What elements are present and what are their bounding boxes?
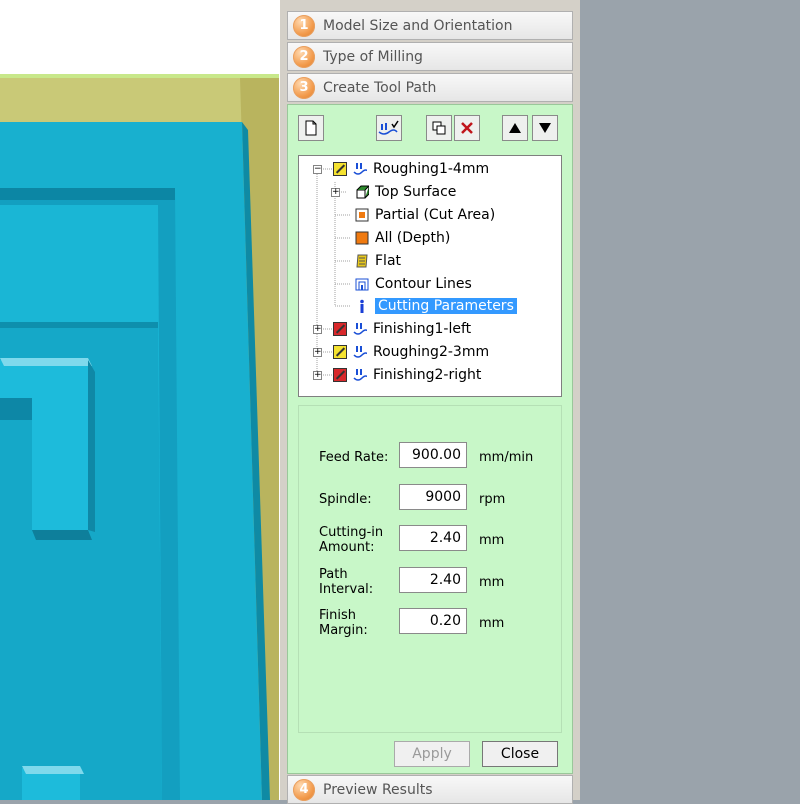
label-line: Finish: [319, 608, 357, 623]
path-interval-input[interactable]: 2.40: [399, 567, 467, 593]
tree-item-label: Finishing2-right: [373, 367, 482, 383]
tree-item-roughing2[interactable]: Roughing2-3mm: [333, 341, 489, 363]
feed-rate-input[interactable]: 900.00: [399, 442, 467, 468]
tree-item-label: Contour Lines: [375, 276, 472, 292]
step-model-size[interactable]: 1 Model Size and Orientation: [287, 11, 573, 40]
label-line: Margin:: [319, 623, 368, 638]
tree-item-finishing1[interactable]: Finishing1-left: [333, 318, 471, 340]
finishing-red-icon: [333, 368, 347, 382]
tree-item-flat[interactable]: Flat: [355, 250, 401, 272]
expand-toggle[interactable]: +: [331, 188, 340, 197]
tree-item-cutting-parameters[interactable]: Cutting Parameters: [355, 295, 517, 317]
step-label: Create Tool Path: [323, 79, 437, 96]
info-icon: [360, 299, 364, 313]
tool-path-tree[interactable]: − Roughing1-4mm + Top Surface Partial (C…: [298, 155, 562, 397]
step-number-badge: 2: [293, 45, 315, 68]
tree-item-label: Roughing1-4mm: [373, 161, 490, 177]
tree-item-label: Cutting Parameters: [375, 298, 517, 314]
tree-item-partial-cut-area[interactable]: Partial (Cut Area): [355, 204, 495, 226]
tree-item-label: Flat: [375, 253, 402, 269]
step-label: Model Size and Orientation: [323, 17, 513, 34]
label-line: Cutting-in: [319, 525, 384, 540]
tree-item-roughing1[interactable]: Roughing1-4mm: [333, 158, 489, 180]
contour-icon: [355, 278, 369, 291]
roughing-yellow-icon: [333, 162, 347, 176]
step-number-badge: 1: [293, 14, 315, 37]
copy-button[interactable]: [426, 115, 452, 141]
spindle-unit: rpm: [479, 492, 506, 507]
finish-margin-label: Finish Margin:: [319, 608, 368, 638]
feed-rate-unit: mm/min: [479, 450, 534, 465]
milling-model-render: [0, 0, 279, 800]
step-type-of-milling[interactable]: 2 Type of Milling: [287, 42, 573, 71]
tree-item-label: Partial (Cut Area): [375, 207, 496, 223]
create-tool-path-content: − Roughing1-4mm + Top Surface Partial (C…: [287, 104, 573, 774]
finish-margin-input[interactable]: 0.20: [399, 608, 467, 634]
delete-button[interactable]: [454, 115, 480, 141]
expand-toggle[interactable]: +: [313, 371, 322, 380]
cutting-in-amount-input[interactable]: 2.40: [399, 525, 467, 551]
3d-viewport[interactable]: [0, 0, 280, 800]
wizard-panel: 1 Model Size and Orientation 2 Type of M…: [285, 0, 580, 804]
finishing-red-icon: [333, 322, 347, 336]
collapse-toggle[interactable]: −: [313, 165, 322, 174]
step-number-badge: 3: [293, 76, 315, 99]
add-tool-path-button[interactable]: [376, 115, 402, 141]
roughing-yellow-icon: [333, 345, 347, 359]
finish-margin-unit: mm: [479, 616, 505, 631]
feed-rate-label: Feed Rate:: [319, 450, 389, 465]
move-up-button[interactable]: [502, 115, 528, 141]
tree-item-all-depth[interactable]: All (Depth): [355, 227, 450, 249]
move-down-button[interactable]: [532, 115, 558, 141]
flat-icon: [356, 254, 368, 268]
depth-icon: [355, 231, 369, 245]
move-down-icon: [539, 123, 551, 133]
step-create-tool-path[interactable]: 3 Create Tool Path: [287, 73, 573, 102]
delete-icon: [461, 122, 473, 134]
tool-path-icon: [353, 346, 367, 358]
new-button[interactable]: [298, 115, 324, 141]
expand-toggle[interactable]: +: [313, 325, 322, 334]
tree-item-label: Finishing1-left: [373, 321, 472, 337]
path-interval-label: Path Interval:: [319, 567, 373, 597]
step-number-badge: 4: [293, 778, 315, 801]
cutting-in-amount-label: Cutting-in Amount:: [319, 525, 383, 555]
tree-item-top-surface[interactable]: Top Surface: [355, 181, 456, 203]
tool-path-icon: [353, 369, 367, 381]
move-up-icon: [509, 123, 521, 133]
tree-item-contour-lines[interactable]: Contour Lines: [355, 273, 472, 295]
partial-area-icon: [355, 208, 369, 222]
step-label: Preview Results: [323, 781, 433, 798]
spindle-input[interactable]: 9000: [399, 484, 467, 510]
step-label: Type of Milling: [323, 48, 423, 65]
tree-item-label: All (Depth): [375, 230, 451, 246]
apply-button[interactable]: Apply: [394, 741, 470, 767]
cube-icon: [356, 185, 369, 199]
close-button[interactable]: Close: [482, 741, 558, 767]
new-icon: [305, 120, 317, 136]
label-line: Path: [319, 567, 348, 582]
copy-icon: [432, 121, 446, 135]
tool-path-icon: [353, 163, 367, 175]
tree-item-label: Top Surface: [375, 184, 457, 200]
cutting-parameters-form: Feed Rate: 900.00 mm/min Spindle: 9000 r…: [298, 405, 562, 733]
tree-item-label: Roughing2-3mm: [373, 344, 490, 360]
spindle-label: Spindle:: [319, 492, 372, 507]
cutting-in-amount-unit: mm: [479, 533, 505, 548]
expand-toggle[interactable]: +: [313, 348, 322, 357]
path-interval-unit: mm: [479, 575, 505, 590]
tree-item-finishing2[interactable]: Finishing2-right: [333, 364, 481, 386]
tool-path-icon: [378, 120, 399, 135]
label-line: Interval:: [319, 582, 374, 597]
label-line: Amount:: [319, 540, 375, 555]
tool-path-icon: [353, 323, 367, 335]
